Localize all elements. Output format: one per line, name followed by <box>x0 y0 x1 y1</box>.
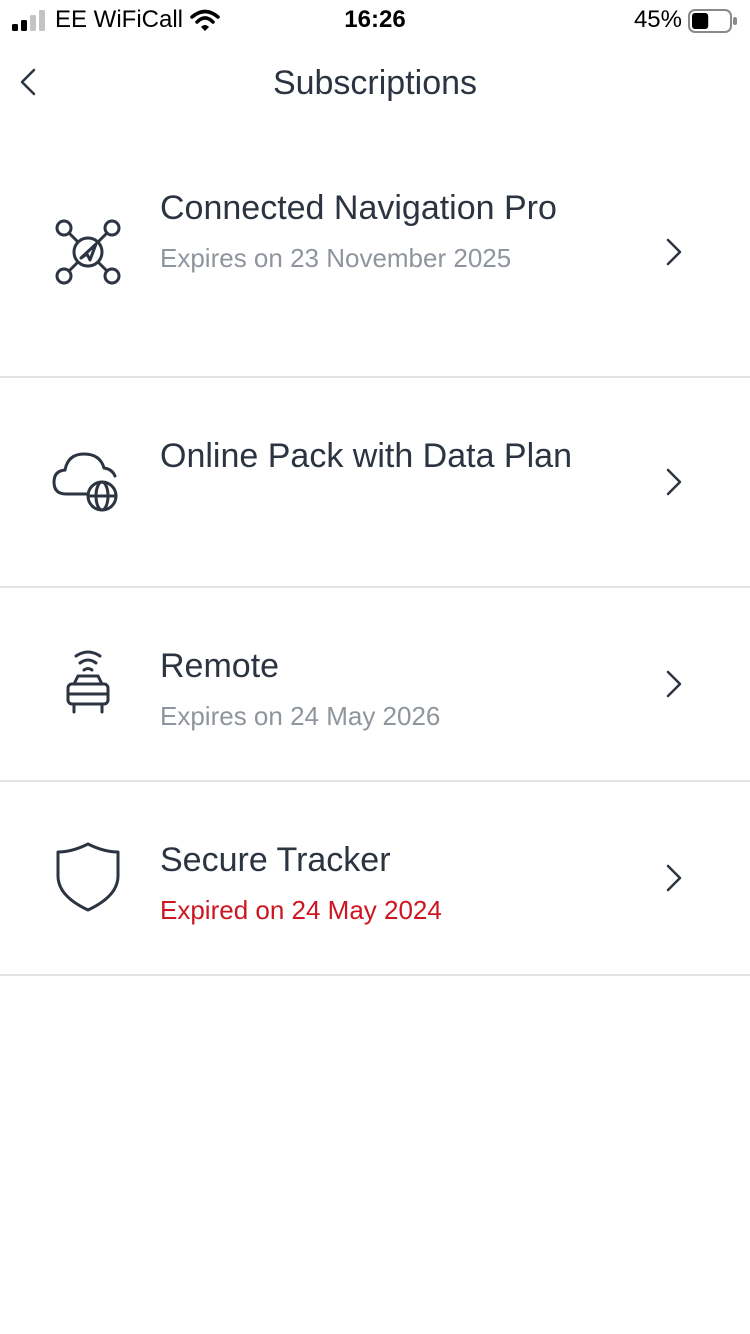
subscription-item-secure-tracker[interactable]: Secure Tracker Expired on 24 May 2024 <box>0 782 750 976</box>
subscription-expiry: Expires on 23 November 2025 <box>160 243 512 273</box>
subscription-title: Secure Tracker <box>160 841 391 879</box>
subscription-expiry: Expires on 24 May 2026 <box>160 701 441 731</box>
status-bar: EE WiFiCall 16:26 45% <box>0 0 750 40</box>
subscription-item-connected-navigation-pro[interactable]: Connected Navigation Pro Expires on 23 N… <box>0 140 750 378</box>
connected-navigation-icon <box>55 219 121 285</box>
chevron-right-icon <box>666 864 682 892</box>
subscription-expired-status: Expired on 24 May 2024 <box>160 895 442 925</box>
battery-icon <box>688 9 737 33</box>
battery-percentage: 45% <box>633 6 682 33</box>
navigation-bar: Subscriptions <box>0 44 750 124</box>
shield-icon <box>56 842 120 912</box>
subscription-title: Remote <box>160 647 280 685</box>
subscription-title: Connected Navigation Pro <box>160 189 557 227</box>
cloud-globe-icon <box>52 452 118 512</box>
subscription-item-online-pack[interactable]: Online Pack with Data Plan <box>0 378 750 588</box>
page-title: Subscriptions <box>272 64 478 102</box>
subscription-item-remote[interactable]: Remote Expires on 24 May 2026 <box>0 588 750 782</box>
chevron-right-icon <box>666 468 682 496</box>
remote-car-icon <box>66 650 110 714</box>
chevron-right-icon <box>666 670 682 698</box>
subscription-title: Online Pack with Data Plan <box>160 437 572 475</box>
chevron-right-icon <box>666 238 682 266</box>
